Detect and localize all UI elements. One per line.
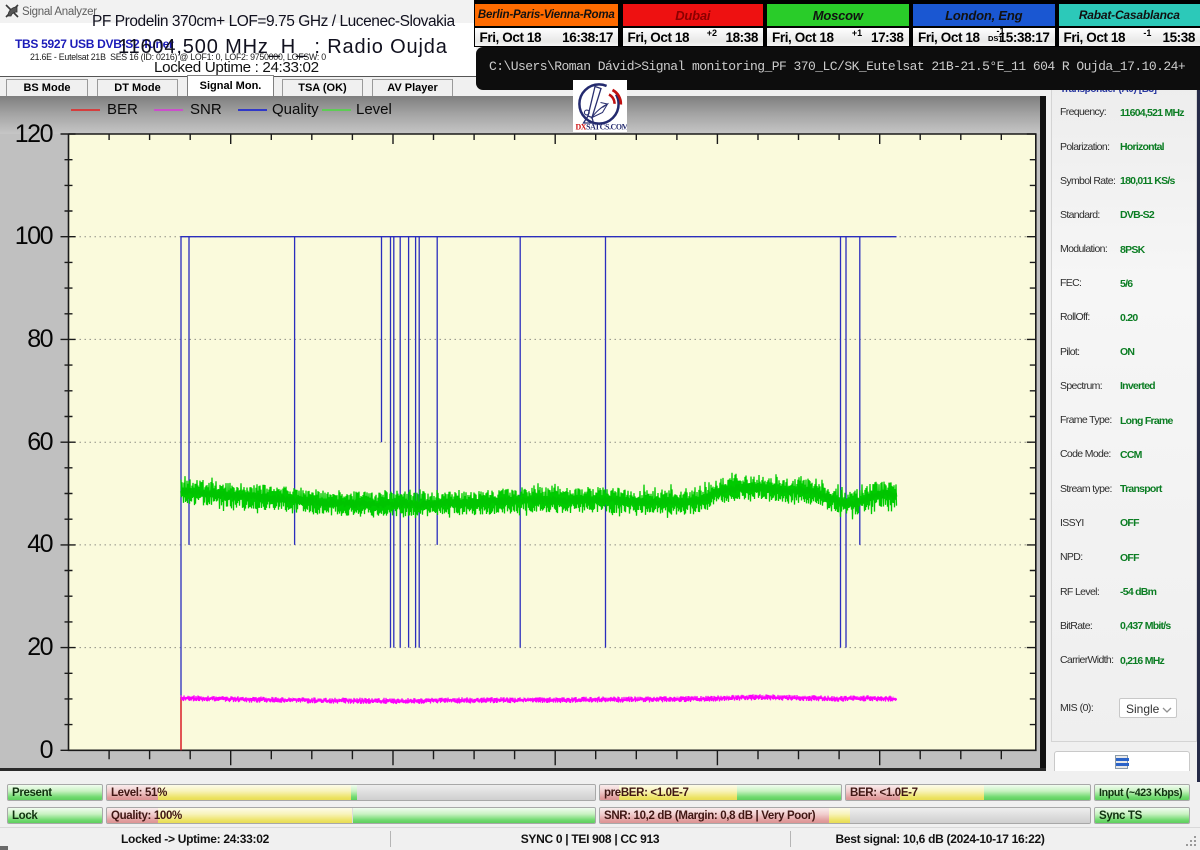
svg-text:DXSATCS.COM: DXSATCS.COM bbox=[576, 122, 628, 131]
